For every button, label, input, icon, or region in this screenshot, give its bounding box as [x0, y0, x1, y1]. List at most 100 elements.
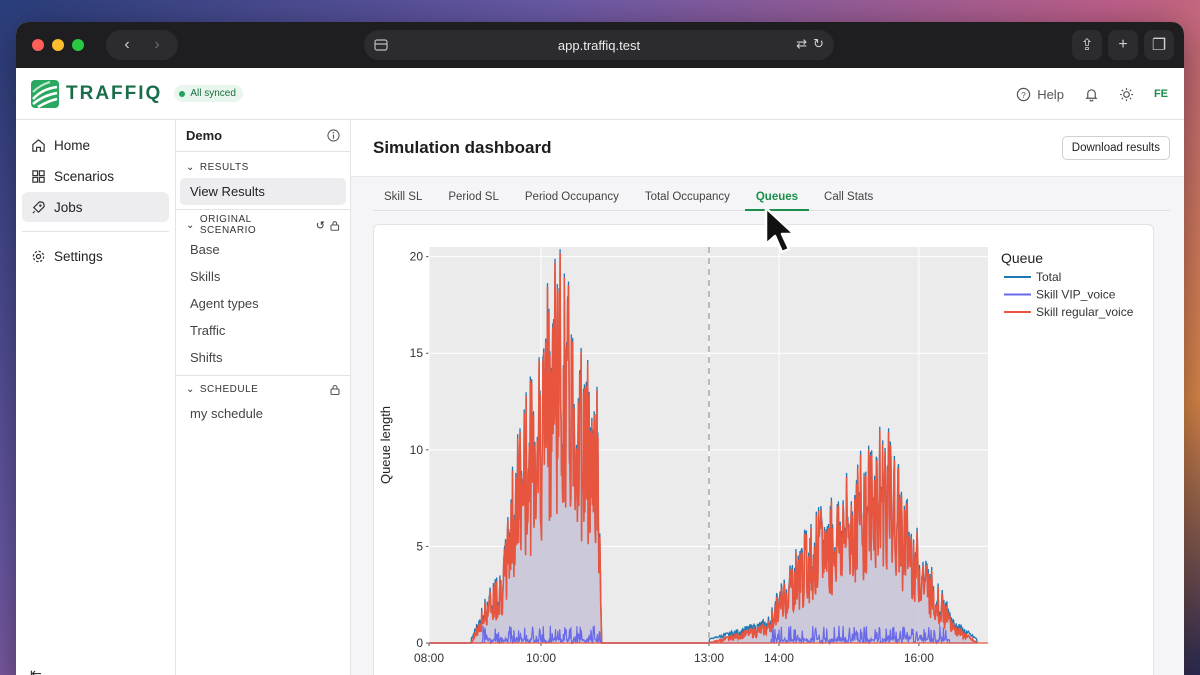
history-nav: ‹ › [106, 30, 178, 60]
subpanel-item-label: Traffic [190, 323, 226, 338]
browser-window: ‹ › app.traffiq.test ⇄ ↻ ⇪ + ❐ TRAFFIQ A… [16, 22, 1184, 675]
subpanel-item-label: Agent types [190, 296, 259, 311]
lock-icon [330, 220, 340, 231]
queues-chart[interactable]: 0 5 10 15 20 08:00 10:00 13:00 14:00 16:00 Queue l… [374, 225, 1155, 675]
minimize-window-button[interactable] [52, 39, 64, 51]
subpanel-item-shifts[interactable]: Shifts [180, 344, 346, 371]
x-tick-label: 08:00 [414, 651, 444, 665]
y-axis-label: Queue length [378, 406, 393, 484]
project-panel: Demo ⌄ RESULTS View Results ⌄ ORIGINAL S… [176, 120, 351, 675]
y-tick-label: 15 [410, 346, 424, 360]
tab-call-stats[interactable]: Call Stats [813, 191, 884, 210]
zoom-window-button[interactable] [72, 39, 84, 51]
page-title: Simulation dashboard [373, 138, 552, 157]
sidebar-item-home[interactable]: Home [22, 130, 169, 160]
section-label: SCHEDULE [199, 383, 259, 395]
subpanel-item-label: my schedule [190, 406, 263, 421]
project-title: Demo [186, 128, 223, 143]
reload-icon[interactable]: ↻ [813, 36, 824, 52]
sidebar-item-scenarios[interactable]: Scenarios [22, 161, 169, 191]
sidebar-item-label: Scenarios [54, 168, 115, 184]
subpanel-item-view-results[interactable]: View Results [180, 178, 346, 205]
legend-title: Queue [1001, 250, 1043, 266]
help-icon: ? [1016, 87, 1031, 101]
subpanel-item-base[interactable]: Base [180, 236, 346, 263]
tab-skill-sl[interactable]: Skill SL [373, 191, 433, 210]
scenarios-icon [32, 169, 45, 183]
subpanel-item-label: View Results [190, 184, 265, 199]
legend-entry: Skill VIP_voice [1036, 288, 1116, 302]
svg-text:?: ? [1021, 89, 1026, 99]
subpanel-item-label: Base [190, 242, 220, 257]
download-results-button[interactable]: Download results [1061, 136, 1170, 160]
scenario-section-header[interactable]: ⌄ ORIGINAL SCENARIO ↺ [176, 214, 350, 236]
project-header: Demo [176, 120, 350, 152]
info-icon[interactable] [327, 129, 340, 142]
sidebar-toggle-icon[interactable] [374, 38, 388, 52]
user-avatar[interactable]: FE [1154, 88, 1168, 100]
tab-period-sl[interactable]: Period SL [437, 191, 510, 210]
y-tick-label: 20 [410, 250, 424, 264]
chevron-down-icon: ⌄ [186, 383, 195, 395]
results-section-header[interactable]: ⌄ RESULTS [176, 156, 350, 178]
brand-name: TRAFFIQ [66, 82, 163, 104]
tab-total-occupancy[interactable]: Total Occupancy [634, 191, 741, 210]
chevron-down-icon: ⌄ [186, 161, 195, 173]
translate-icon[interactable]: ⇄ [796, 36, 807, 52]
sidebar-item-jobs[interactable]: Jobs [22, 192, 169, 222]
gear-icon [32, 250, 45, 262]
bell-icon[interactable] [1084, 87, 1099, 102]
browser-actions: ⇪ + ❐ [1072, 30, 1174, 60]
app-header: TRAFFIQ All synced ? Help FE [16, 68, 1184, 120]
brand-logo[interactable]: TRAFFIQ [30, 79, 162, 109]
subpanel-item-skills[interactable]: Skills [180, 263, 346, 290]
window-controls [32, 39, 84, 51]
close-window-button[interactable] [32, 39, 44, 51]
forward-icon[interactable]: › [142, 36, 172, 54]
address-bar[interactable]: app.traffiq.test ⇄ ↻ [364, 30, 834, 60]
theme-toggle-icon[interactable] [1119, 87, 1134, 102]
chart-legend: Queue Total Skill VIP_voice Skill regular_v… [1001, 250, 1134, 319]
chevron-down-icon: ⌄ [186, 219, 195, 231]
sync-status-text: All synced [190, 88, 236, 99]
legend-entry: Total [1036, 270, 1061, 284]
x-tick-label: 10:00 [526, 651, 556, 665]
subpanel-item-label: Shifts [190, 350, 223, 365]
y-tick-label: 10 [410, 443, 424, 457]
sidebar-item-settings[interactable]: Settings [22, 241, 169, 271]
subpanel-item-label: Skills [190, 269, 221, 284]
sidebar-divider [22, 231, 169, 232]
page-header: Simulation dashboard Download results [351, 120, 1184, 177]
y-tick-label: 0 [416, 636, 423, 650]
y-tick-label: 5 [416, 539, 423, 553]
tab-period-occupancy[interactable]: Period Occupancy [514, 191, 630, 210]
help-button[interactable]: ? Help [1016, 87, 1064, 102]
section-label: RESULTS [199, 161, 249, 173]
browser-titlebar: ‹ › app.traffiq.test ⇄ ↻ ⇪ + ❐ [16, 22, 1184, 68]
home-icon [32, 138, 45, 152]
share-icon[interactable]: ⇪ [1072, 30, 1102, 60]
tabs-overview-icon[interactable]: ❐ [1144, 30, 1174, 60]
sidebar-item-label: Home [54, 137, 91, 153]
subpanel-item-my-schedule[interactable]: my schedule [180, 400, 346, 427]
x-tick-label: 16:00 [904, 651, 934, 665]
reset-icon[interactable]: ↺ [316, 219, 326, 232]
legend-entry: Skill regular_voice [1036, 305, 1134, 319]
sidebar-item-label: Settings [54, 248, 103, 264]
mouse-pointer-icon [764, 206, 796, 254]
main-content: Simulation dashboard Download results Sk… [351, 120, 1184, 675]
subpanel-item-agent-types[interactable]: Agent types [180, 290, 346, 317]
queues-chart-card: 0 5 10 15 20 08:00 10:00 13:00 14:00 16:00 Queue l… [373, 224, 1154, 675]
section-label: ORIGINAL SCENARIO [199, 214, 257, 236]
sync-status-badge: All synced [174, 85, 243, 102]
traffiq-logo-icon [31, 79, 59, 108]
url-text: app.traffiq.test [557, 37, 641, 53]
new-tab-icon[interactable]: + [1108, 30, 1138, 60]
x-tick-label: 13:00 [694, 651, 724, 665]
back-icon[interactable]: ‹ [112, 36, 142, 54]
subpanel-item-traffic[interactable]: Traffic [180, 317, 346, 344]
sync-dot-icon [179, 90, 186, 97]
header-actions: ? Help FE [1016, 68, 1168, 120]
collapse-sidebar-icon[interactable]: ⇤ [30, 665, 42, 675]
schedule-section-header[interactable]: ⌄ SCHEDULE [176, 378, 350, 400]
